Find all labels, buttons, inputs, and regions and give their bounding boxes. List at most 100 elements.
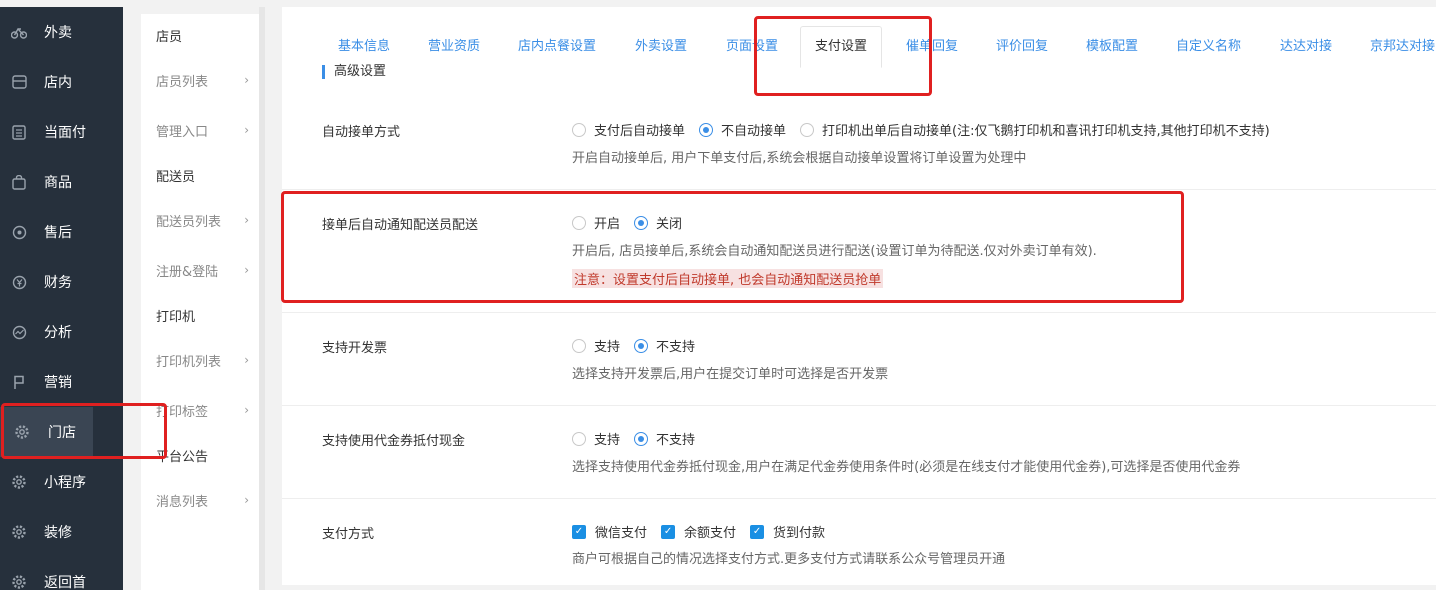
chevron-right-icon: › [244, 403, 249, 417]
checkbox-wechat-pay[interactable]: ✓ 微信支付 [572, 522, 647, 541]
sidebar-item-aftersale[interactable]: 售后 [0, 207, 123, 257]
payment-hint: 商户可根据自己的情况选择支付方式.更多支付方式请联系公众号管理员开通 [572, 552, 1006, 567]
sidebar-item-finance[interactable]: 财务 [0, 257, 123, 307]
sidebar-item-analysis[interactable]: 分析 [0, 307, 123, 357]
radio-voucher-support[interactable]: 支持 [572, 429, 620, 448]
sidebar-item-store[interactable]: 门店 [0, 407, 93, 457]
row-divider [282, 405, 1436, 406]
tab-template-config[interactable]: 模板配置 [1086, 27, 1138, 67]
subnav-item-admin-entry[interactable]: 管理入口 › [156, 120, 256, 140]
radio-circle [572, 338, 586, 353]
checkmark-icon: ✓ [661, 524, 676, 539]
subnav-item-print-label[interactable]: 打印标签 › [156, 400, 256, 420]
sidebar-item-label: 当面付 [44, 125, 86, 141]
sidebar-item-miniprogram[interactable]: 小程序 [0, 457, 123, 507]
sidebar-item-goods[interactable]: 商品 [0, 157, 123, 207]
sidebar-item-label: 商品 [44, 175, 72, 191]
chevron-right-icon: › [244, 263, 249, 277]
subnav-item-register-login[interactable]: 注册&登陆 › [156, 260, 256, 280]
sidebar-item-decoration[interactable]: 装修 [0, 507, 123, 557]
tab-payment-settings[interactable]: 支付设置 [800, 26, 883, 68]
subnav-group-staff: 店员 [156, 29, 183, 45]
chevron-right-icon: › [244, 213, 249, 227]
invoice-hint: 选择支持开发票后,用户在提交订单时可选择是否开发票 [572, 367, 889, 382]
notify-courier-warning: 注意：设置支付后自动接单, 也会自动通知配送员抢单 [572, 269, 884, 288]
tab-basic-info[interactable]: 基本信息 [338, 27, 390, 67]
subnav-item-courier-list[interactable]: 配送员列表 › [156, 210, 256, 230]
gear-icon [11, 574, 27, 590]
sidebar-item-label: 小程序 [44, 475, 86, 491]
subnav-group-announcement: 平台公告 [156, 449, 209, 465]
sidebar-item-marketing[interactable]: 营销 [0, 357, 123, 407]
subnav-item-staff-list[interactable]: 店员列表 › [156, 70, 256, 90]
radio-circle [572, 122, 586, 137]
gear-icon [14, 424, 30, 440]
sub-navigation: 店员 店员列表 › 管理入口 › 配送员 配送员列表 › 注册&登陆 › 打印机 打印机… [141, 14, 259, 590]
radio-invoice-unsupport[interactable]: 不支持 [634, 336, 695, 355]
chevron-right-icon: › [244, 123, 249, 137]
invoice-options: 支持 不支持 [572, 336, 709, 355]
sidebar: 外卖 店内 当面付 商品 售后 财务 分析 营销 门店 小程序 装修 返回首 [0, 7, 123, 590]
chevron-right-icon: › [244, 493, 249, 507]
notify-courier-options: 开启 关闭 [572, 213, 696, 232]
bag-icon [11, 174, 27, 190]
tab-dinein-settings[interactable]: 店内点餐设置 [518, 27, 596, 67]
radio-auto-accept-after-print[interactable]: 打印机出单后自动接单(注:仅飞鹅打印机和喜讯打印机支持,其他打印机不支持) [800, 120, 1270, 139]
radio-circle-selected [634, 338, 649, 353]
tab-jingbangda-integration[interactable]: 京邦达对接 [1370, 27, 1435, 67]
sidebar-item-label: 财务 [44, 275, 72, 291]
checkbox-cash-on-delivery[interactable]: ✓ 货到付款 [750, 522, 825, 541]
sidebar-item-label: 装修 [44, 525, 72, 541]
chart-icon [11, 324, 27, 340]
tab-review-reply[interactable]: 评价回复 [996, 27, 1048, 67]
auto-accept-options: 支付后自动接单 不自动接单 打印机出单后自动接单(注:仅飞鹅打印机和喜讯打印机支… [572, 120, 1284, 139]
notify-courier-label: 接单后自动通知配送员配送 [322, 218, 479, 233]
tab-business-license[interactable]: 营业资质 [428, 27, 480, 67]
radio-voucher-unsupport[interactable]: 不支持 [634, 429, 695, 448]
checkmark-icon: ✓ [750, 524, 765, 539]
radio-invoice-support[interactable]: 支持 [572, 336, 620, 355]
payment-options: ✓ 微信支付 ✓ 余额支付 ✓ 货到付款 [572, 522, 839, 541]
tab-dada-integration[interactable]: 达达对接 [1280, 27, 1332, 67]
tab-page-settings[interactable]: 页面设置 [726, 27, 778, 67]
tab-takeout-settings[interactable]: 外卖设置 [635, 27, 687, 67]
tab-custom-names[interactable]: 自定义名称 [1176, 27, 1241, 67]
sidebar-item-instore[interactable]: 店内 [0, 57, 123, 107]
bike-icon [11, 24, 27, 40]
chevron-right-icon: › [244, 353, 249, 367]
sidebar-item-label: 分析 [44, 325, 72, 341]
sidebar-item-back-home[interactable]: 返回首 [0, 557, 123, 590]
radio-circle [800, 122, 815, 137]
row-divider [282, 312, 1436, 313]
radio-circle-selected [634, 431, 649, 446]
auto-accept-label: 自动接单方式 [322, 125, 401, 140]
radio-notify-off[interactable]: 关闭 [634, 213, 682, 232]
checkbox-balance-pay[interactable]: ✓ 余额支付 [661, 522, 736, 541]
radio-auto-accept-after-pay[interactable]: 支付后自动接单 [572, 120, 685, 139]
subnav-group-printer: 打印机 [156, 309, 196, 325]
radio-no-auto-accept[interactable]: 不自动接单 [699, 120, 786, 139]
sidebar-item-facepay[interactable]: 当面付 [0, 107, 123, 157]
subnav-divider [259, 7, 265, 590]
checkmark-icon: ✓ [572, 524, 586, 539]
chevron-right-icon: › [244, 73, 249, 87]
sidebar-item-label: 外卖 [44, 25, 72, 41]
sidebar-item-label: 门店 [48, 425, 76, 441]
voucher-label: 支持使用代金券抵付现金 [322, 434, 466, 449]
subnav-item-printer-list[interactable]: 打印机列表 › [156, 350, 256, 370]
gear-icon [11, 474, 27, 490]
voucher-options: 支持 不支持 [572, 429, 709, 448]
main-panel: 基本信息 营业资质 店内点餐设置 外卖设置 页面设置 支付设置 催单回复 评价回… [282, 7, 1436, 585]
sidebar-item-takeout[interactable]: 外卖 [0, 7, 123, 57]
subnav-group-courier: 配送员 [156, 169, 196, 185]
subnav-item-message-list[interactable]: 消息列表 › [156, 490, 256, 510]
store-icon [11, 74, 27, 90]
gear-icon [11, 524, 27, 540]
receipt-icon [11, 124, 27, 140]
sidebar-item-label: 返回首 [44, 575, 86, 590]
sidebar-item-label: 售后 [44, 225, 72, 241]
radio-notify-on[interactable]: 开启 [572, 213, 620, 232]
payment-label: 支付方式 [322, 527, 375, 542]
row-divider [282, 498, 1436, 499]
tab-reminder-reply[interactable]: 催单回复 [906, 27, 958, 67]
